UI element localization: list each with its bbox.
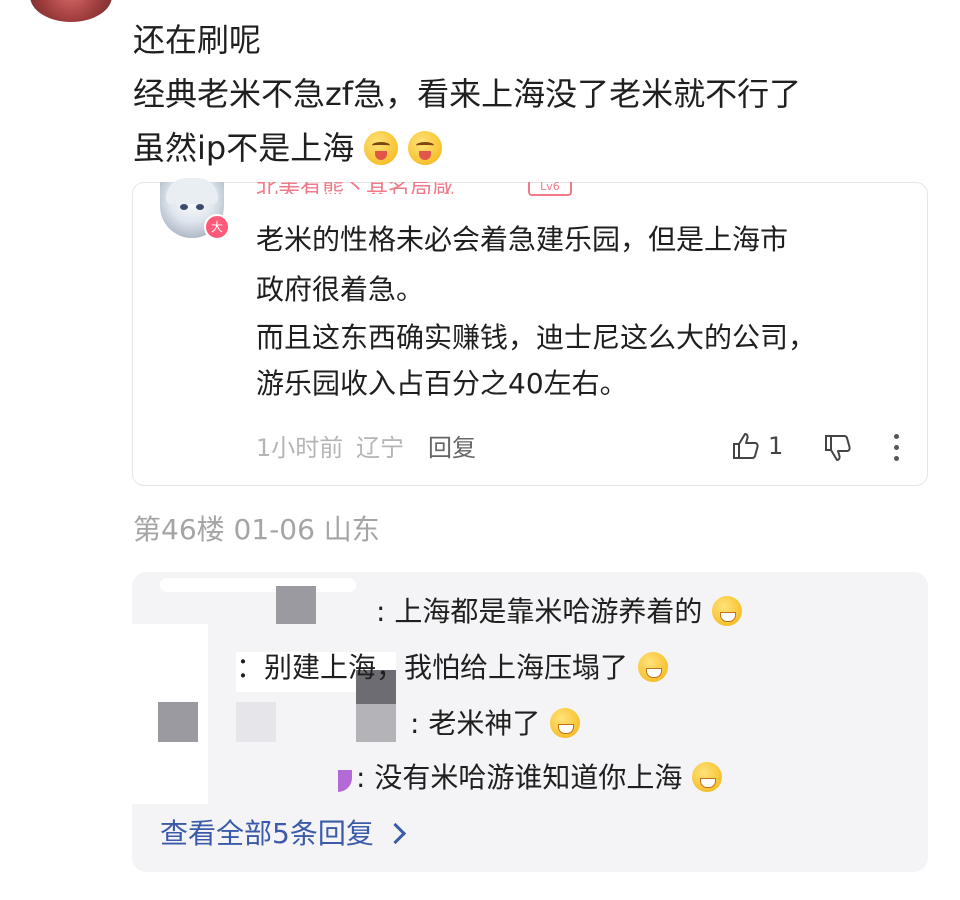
more-options-icon[interactable] bbox=[894, 434, 900, 467]
thumbs-up-icon[interactable] bbox=[730, 430, 762, 462]
quoted-reply-text-line-4: 游乐园收入占百分之40左右。 bbox=[256, 367, 628, 400]
quoted-reply-text-line-1: 老米的性格未必会着急建乐园，但是上海市 bbox=[256, 223, 789, 256]
censored-name-block bbox=[356, 704, 396, 742]
comment-line-2: 经典老米不急zf急，看来上海没了老米就不行了 bbox=[133, 75, 802, 113]
yum-face-icon bbox=[408, 131, 443, 165]
quoted-reply-username[interactable]: 北美有熊丶其名局咸 bbox=[256, 182, 454, 194]
sub-reply-4-text: : 没有米哈游谁知道你上海 bbox=[356, 761, 683, 794]
censored-name-block bbox=[236, 702, 276, 742]
quoted-reply-reply-button[interactable]: 回复 bbox=[428, 434, 476, 462]
see-all-replies-link[interactable]: 查看全部5条回复 bbox=[160, 816, 406, 852]
chevron-right-icon bbox=[384, 822, 406, 845]
censored-name-block bbox=[158, 702, 198, 742]
comment-line-3: 虽然ip不是上海 bbox=[133, 128, 443, 168]
grin-face-icon bbox=[550, 708, 581, 738]
comment-line-1: 还在刷呢 bbox=[133, 21, 262, 59]
surprised-face-icon bbox=[692, 762, 723, 792]
thumbs-down-icon[interactable] bbox=[822, 432, 854, 464]
grin-face-icon bbox=[712, 596, 743, 626]
sub-reply-1-text: : 上海都是靠米哈游养着的 bbox=[376, 595, 703, 628]
sub-reply-4[interactable]: : 没有米哈游谁知道你上海 bbox=[356, 760, 723, 796]
yum-face-icon bbox=[364, 131, 399, 165]
comment-line-3-text: 虽然ip不是上海 bbox=[133, 129, 355, 167]
quoted-reply-text-line-3: 而且这东西确实赚钱，迪士尼这么大的公司， bbox=[256, 321, 817, 354]
quoted-reply-text-line-2: 政府很着急。 bbox=[256, 273, 425, 306]
censored-name-cover bbox=[160, 578, 356, 592]
top-avatar[interactable] bbox=[30, 0, 112, 22]
see-all-replies-label: 查看全部5条回复 bbox=[160, 817, 374, 850]
sub-reply-3[interactable]: : 老米神了 bbox=[410, 706, 581, 742]
like-count: 1 bbox=[768, 432, 784, 460]
sub-reply-2[interactable]: ：别建上海，我怕给上海压塌了 bbox=[236, 650, 669, 686]
fearful-face-icon bbox=[638, 652, 669, 682]
sub-reply-2-text: ：别建上海，我怕给上海压塌了 bbox=[236, 651, 629, 684]
quoted-reply-location: 辽宁 bbox=[356, 434, 404, 462]
censored-name-block bbox=[276, 586, 316, 624]
level-badge: Lv6 bbox=[528, 182, 572, 196]
sub-reply-3-text: : 老米神了 bbox=[410, 707, 541, 740]
vip-badge: 大 bbox=[204, 214, 230, 240]
sub-reply-1[interactable]: : 上海都是靠米哈游养着的 bbox=[376, 594, 743, 630]
floor-info: 第46楼 01-06 山东 bbox=[133, 513, 380, 546]
quoted-reply-time: 1小时前 bbox=[256, 434, 344, 462]
